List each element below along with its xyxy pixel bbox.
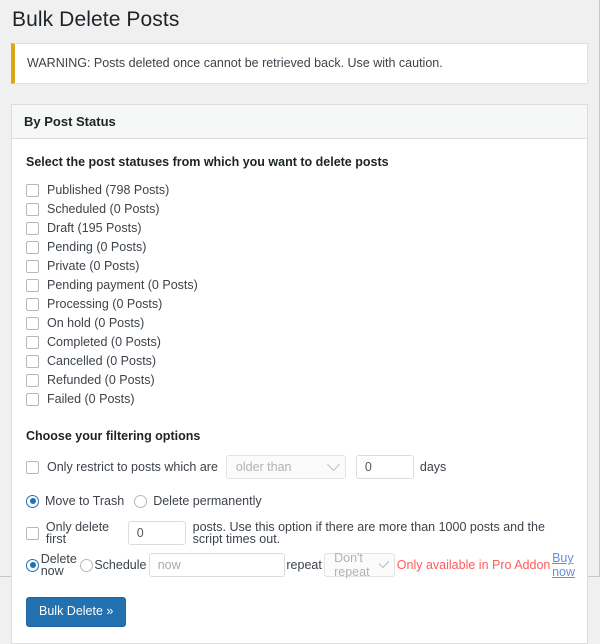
schedule-radio[interactable]	[79, 558, 93, 572]
pro-addon-note: Only available in Pro Addon	[396, 558, 551, 573]
days-input[interactable]	[355, 455, 414, 480]
checkbox-icon[interactable]	[26, 317, 39, 331]
status-label: Processing (0 Posts)	[47, 297, 163, 312]
checkbox-icon[interactable]	[26, 241, 39, 255]
limit-label-after: posts. Use this option if there are more…	[192, 519, 545, 547]
checkbox-icon[interactable]	[26, 184, 39, 198]
list-item[interactable]: Scheduled (0 Posts)	[26, 200, 575, 219]
buy-now-link[interactable]: Buy now	[552, 551, 575, 579]
bulk-delete-button[interactable]: Bulk Delete »	[26, 597, 127, 628]
limit-checkbox[interactable]	[26, 526, 39, 540]
filtering-options-heading: Choose your filtering options	[26, 429, 201, 444]
list-item[interactable]: Processing (0 Posts)	[26, 295, 575, 314]
post-status-list: Published (798 Posts) Scheduled (0 Posts…	[26, 181, 575, 409]
admin-page: Bulk Delete Posts WARNING: Posts deleted…	[0, 0, 600, 644]
limit-count-input[interactable]	[127, 521, 186, 546]
status-label: Failed (0 Posts)	[47, 392, 135, 407]
delete-mode-row: Move to Trash Delete permanently	[26, 489, 575, 513]
list-item[interactable]: Failed (0 Posts)	[26, 390, 575, 409]
page-title: Bulk Delete Posts	[12, 8, 180, 31]
warning-notice-text: WARNING: Posts deleted once cannot be re…	[27, 56, 443, 71]
status-label: Published (798 Posts)	[47, 183, 170, 198]
limit-row: Only delete first posts. Use this option…	[26, 519, 575, 547]
status-label: Pending payment (0 Posts)	[47, 278, 198, 293]
list-item[interactable]: Cancelled (0 Posts)	[26, 352, 575, 371]
schedule-label: Schedule	[94, 557, 147, 572]
list-item[interactable]: On hold (0 Posts)	[26, 314, 575, 333]
schedule-datetime-input[interactable]	[148, 553, 285, 578]
restrict-label: Only restrict to posts which are	[47, 459, 218, 474]
checkbox-icon[interactable]	[26, 203, 39, 217]
status-label: Draft (195 Posts)	[47, 221, 142, 236]
checkbox-icon[interactable]	[26, 260, 39, 274]
chevron-down-icon	[327, 457, 340, 471]
move-to-trash-radio[interactable]	[26, 494, 39, 508]
by-post-status-panel: By Post Status Select the post statuses …	[11, 104, 588, 644]
restrict-checkbox[interactable]	[26, 460, 39, 474]
delete-permanently-label: Delete permanently	[153, 493, 262, 508]
checkbox-icon[interactable]	[26, 336, 39, 350]
submit-area: Bulk Delete »	[26, 597, 575, 628]
comparator-select-value: older than	[235, 460, 292, 475]
restrict-row: Only restrict to posts which are older t…	[26, 455, 575, 480]
status-label: Refunded (0 Posts)	[47, 373, 155, 388]
repeat-label: repeat	[286, 557, 322, 572]
delete-permanently-radio[interactable]	[134, 494, 148, 508]
move-to-trash-label: Move to Trash	[45, 493, 125, 508]
status-label: Cancelled (0 Posts)	[47, 354, 157, 369]
list-item[interactable]: Refunded (0 Posts)	[26, 371, 575, 390]
list-item[interactable]: Published (798 Posts)	[26, 181, 575, 200]
panel-header-label: By Post Status	[24, 114, 116, 130]
checkbox-icon[interactable]	[26, 298, 39, 312]
list-item[interactable]: Completed (0 Posts)	[26, 333, 575, 352]
comparator-select[interactable]: older than	[225, 455, 346, 480]
panel-body: Select the post statuses from which you …	[12, 139, 587, 644]
warning-notice: WARNING: Posts deleted once cannot be re…	[11, 43, 588, 85]
checkbox-icon[interactable]	[26, 355, 39, 369]
delete-now-label: Delete now	[40, 551, 77, 579]
list-item[interactable]: Private (0 Posts)	[26, 257, 575, 276]
chevron-down-icon	[378, 557, 389, 568]
checkbox-icon[interactable]	[26, 393, 39, 407]
checkbox-icon[interactable]	[26, 279, 39, 293]
status-label: Pending (0 Posts)	[47, 240, 147, 255]
status-label: Scheduled (0 Posts)	[47, 202, 160, 217]
list-item[interactable]: Pending payment (0 Posts)	[26, 276, 575, 295]
list-item[interactable]: Draft (195 Posts)	[26, 219, 575, 238]
checkbox-icon[interactable]	[26, 374, 39, 388]
status-label: On hold (0 Posts)	[47, 316, 145, 331]
limit-label-before: Only delete first	[45, 519, 110, 547]
repeat-select-value: Don't repeat	[334, 551, 370, 580]
days-suffix-label: days	[419, 459, 447, 474]
schedule-row: Delete now Schedule repeat Don't repeat …	[26, 551, 575, 580]
panel-header: By Post Status	[12, 105, 587, 140]
instruction-label: Select the post statuses from which you …	[26, 155, 389, 170]
list-item[interactable]: Pending (0 Posts)	[26, 238, 575, 257]
status-label: Completed (0 Posts)	[47, 335, 161, 350]
repeat-select[interactable]: Don't repeat	[324, 551, 395, 580]
delete-now-radio[interactable]	[26, 558, 39, 572]
status-label: Private (0 Posts)	[47, 259, 140, 274]
spacer-band	[0, 84, 599, 104]
checkbox-icon[interactable]	[26, 222, 39, 236]
